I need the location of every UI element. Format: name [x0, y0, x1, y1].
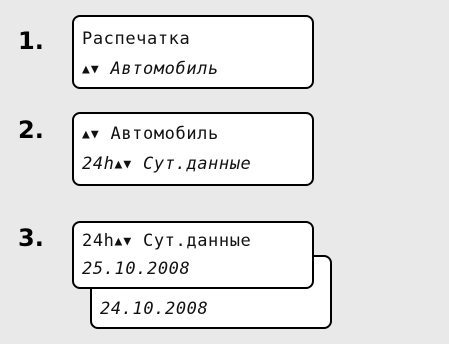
display-line-2: ▲▼ Автомобиль — [82, 59, 219, 80]
step-number-3: 3. — [18, 224, 44, 252]
arrows-up-down-icon: ▲▼ — [82, 127, 100, 142]
display-line-2: 24h▲▼ Сут.данные — [82, 154, 251, 175]
display-text: Автомобиль — [110, 124, 219, 144]
display-text: 25.10.2008 — [82, 259, 191, 279]
display-line-1: 24h▲▼ Сут.данные — [82, 231, 251, 252]
display-step-2: ▲▼ Автомобиль 24h▲▼ Сут.данные — [72, 112, 314, 186]
instruction-panel: 1. Распечатка ▲▼ Автомобиль 2. ▲▼ Автомо… — [0, 0, 449, 344]
display-text: Сут.данные — [143, 154, 252, 174]
hours-prefix: 24h — [82, 231, 115, 251]
display-text: Сут.данные — [143, 231, 252, 251]
step-number-1: 1. — [18, 27, 44, 55]
display-text: Распечатка — [82, 29, 191, 49]
display-step-1: Распечатка ▲▼ Автомобиль — [72, 15, 314, 89]
arrows-up-down-icon: ▲▼ — [114, 234, 133, 249]
step-number-2: 2. — [18, 116, 44, 144]
arrows-up-down-icon: ▲▼ — [82, 62, 100, 77]
display-line-2: 24.10.2008 — [100, 299, 208, 319]
display-text: Автомобиль — [110, 59, 219, 79]
arrows-up-down-icon: ▲▼ — [114, 157, 133, 172]
display-text: 24.10.2008 — [100, 299, 209, 319]
hours-prefix: 24h — [82, 154, 115, 174]
display-line-2: 25.10.2008 — [82, 259, 190, 279]
display-line-1: ▲▼ Автомобиль — [82, 124, 219, 145]
display-line-1: Распечатка — [82, 29, 190, 49]
display-step-3-front: 24h▲▼ Сут.данные 25.10.2008 — [72, 221, 314, 289]
